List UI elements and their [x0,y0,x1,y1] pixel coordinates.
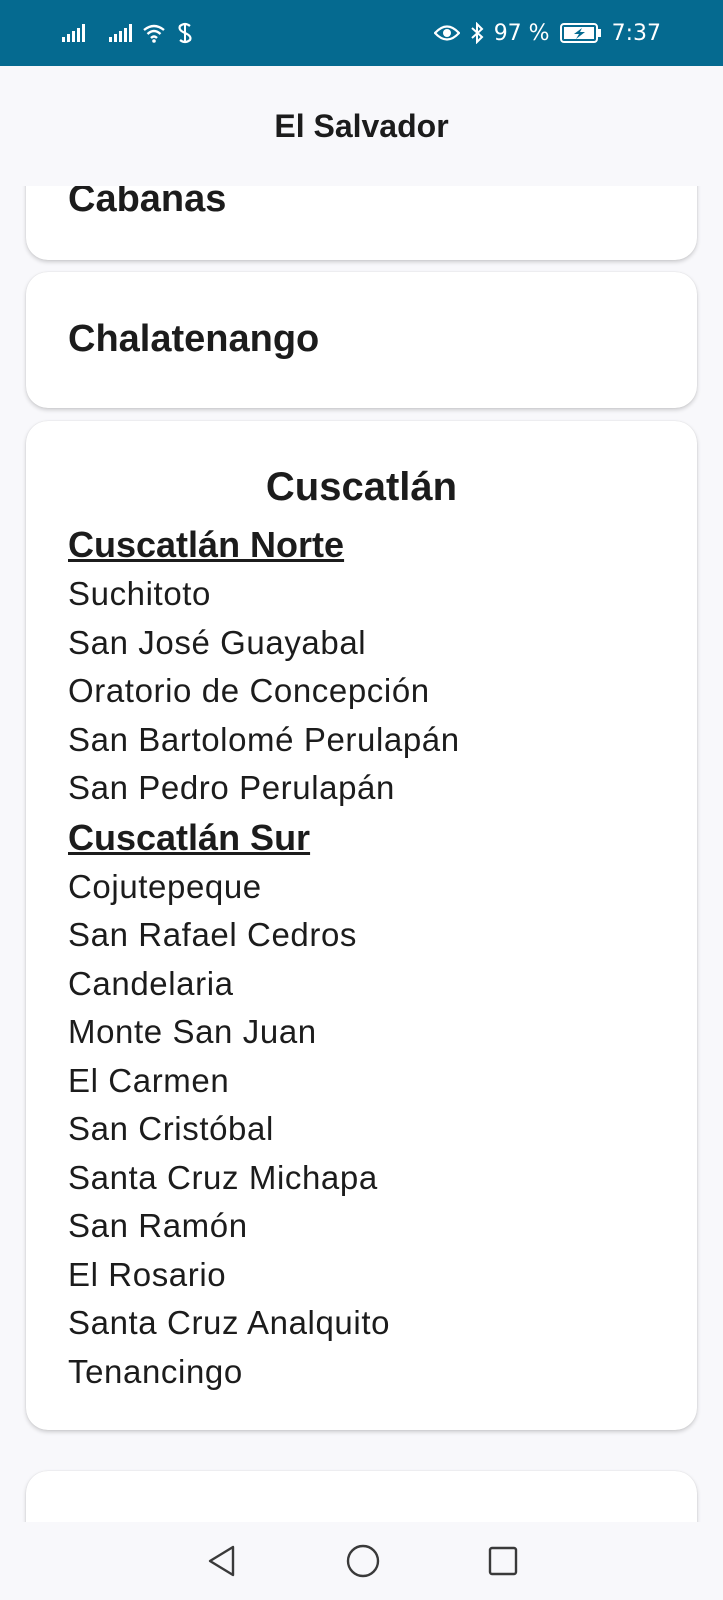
municipality-item: San Rafael Cedros [68,916,358,953]
municipality-item: Santa Cruz Analquito [68,1304,391,1341]
app-bar: El Salvador [0,66,723,186]
municipality-item: Suchitoto [68,575,211,612]
district-heading: Cuscatlán Sur [68,816,311,858]
department-list[interactable]: Cabanas Chalatenango Cuscatlán Cuscatlán… [0,186,723,1522]
navigation-bar [0,1522,723,1600]
wifi-icon [143,24,165,43]
department-card-chalatenango[interactable]: Chalatenango [26,272,697,408]
battery-percent: 97 % [493,20,550,46]
department-name: Cabanas [68,186,227,220]
municipality-item: Candelaria [68,964,234,1002]
battery-charging-icon [559,23,601,43]
municipality-item: Santa Cruz Michapa [68,1158,378,1196]
municipality-item: Oratorio de Concepción [68,672,430,709]
clock: 7:37 [611,20,661,46]
page-title: El Salvador [274,107,449,144]
department-card-cabanas[interactable]: Cabanas [26,186,697,260]
recents-icon[interactable] [487,1545,519,1577]
municipality-item: El Carmen [68,1061,230,1099]
municipality-item: Cojutepeque [68,867,262,905]
status-bar: 97 % 7:37 [0,0,723,66]
municipality-item: San José Guayabal [68,623,367,661]
department-name: Chalatenango [68,318,320,360]
department-card-cuscatlan[interactable]: Cuscatlán Cuscatlán Norte Suchitoto San … [26,421,697,1430]
municipality-item: San Bartolomé Perulapán [68,720,460,758]
municipality-item: San Ramón [68,1207,248,1244]
district-heading: Cuscatlán Norte [68,524,345,565]
back-icon[interactable] [205,1544,239,1578]
municipality-item: Monte San Juan [68,1013,317,1050]
department-card-next[interactable] [26,1471,697,1522]
eye-icon [433,25,460,41]
municipality-item: San Cristóbal [68,1110,274,1147]
municipality-item: Tenancingo [68,1352,243,1390]
bluetooth-icon [471,22,484,44]
department-name: Cuscatlán [265,465,458,509]
signal-icon [109,24,132,42]
home-icon[interactable] [345,1543,381,1579]
signal-icon [62,24,85,42]
data-saver-icon [178,22,192,44]
municipality-item: San Pedro Perulapán [68,769,395,806]
municipality-item: El Rosario [68,1255,227,1293]
